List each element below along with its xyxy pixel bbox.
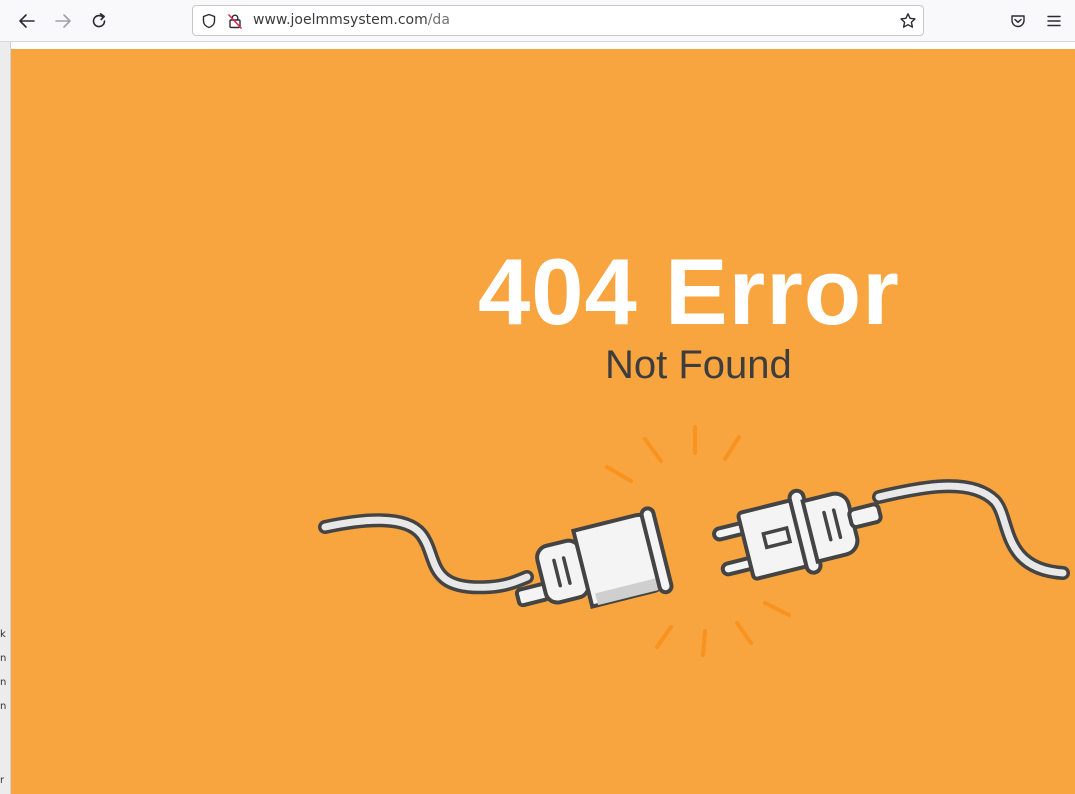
url-path: /da (427, 12, 450, 28)
sliver-text: n (0, 677, 7, 688)
background-window-sliver: k n n n r (0, 42, 11, 794)
tracking-shield-icon[interactable] (200, 12, 218, 30)
url-host: www.joelmmsystem.com (253, 12, 428, 28)
pocket-button[interactable] (1006, 9, 1030, 33)
unplugged-cable-icon (318, 425, 1070, 657)
back-button[interactable] (15, 9, 39, 33)
forward-button[interactable] (51, 9, 75, 33)
back-arrow-icon (19, 14, 35, 28)
sliver-text: r (0, 775, 5, 786)
sliver-text: k (0, 629, 6, 640)
sliver-text: n (0, 653, 7, 664)
browser-toolbar: www.joelmmsystem.com/da (0, 0, 1075, 42)
pocket-icon (1011, 15, 1025, 28)
menu-button[interactable] (1042, 9, 1066, 33)
insecure-lock-icon[interactable] (226, 12, 244, 30)
forward-arrow-icon (55, 14, 71, 28)
page-subtitle: Not Found (605, 343, 792, 387)
page-title: 404 Error (478, 239, 900, 344)
reload-button[interactable] (87, 9, 111, 33)
reload-icon (92, 13, 106, 28)
url-text[interactable]: www.joelmmsystem.com/da (253, 12, 450, 28)
left-plug (514, 506, 674, 609)
bookmark-star-icon[interactable] (899, 12, 917, 30)
sliver-text: n (0, 701, 7, 712)
url-bar[interactable]: www.joelmmsystem.com/da (192, 5, 924, 36)
error-page: 404 Error Not Found (11, 49, 1075, 794)
hamburger-menu-icon (1047, 15, 1061, 27)
right-plug (712, 488, 883, 581)
